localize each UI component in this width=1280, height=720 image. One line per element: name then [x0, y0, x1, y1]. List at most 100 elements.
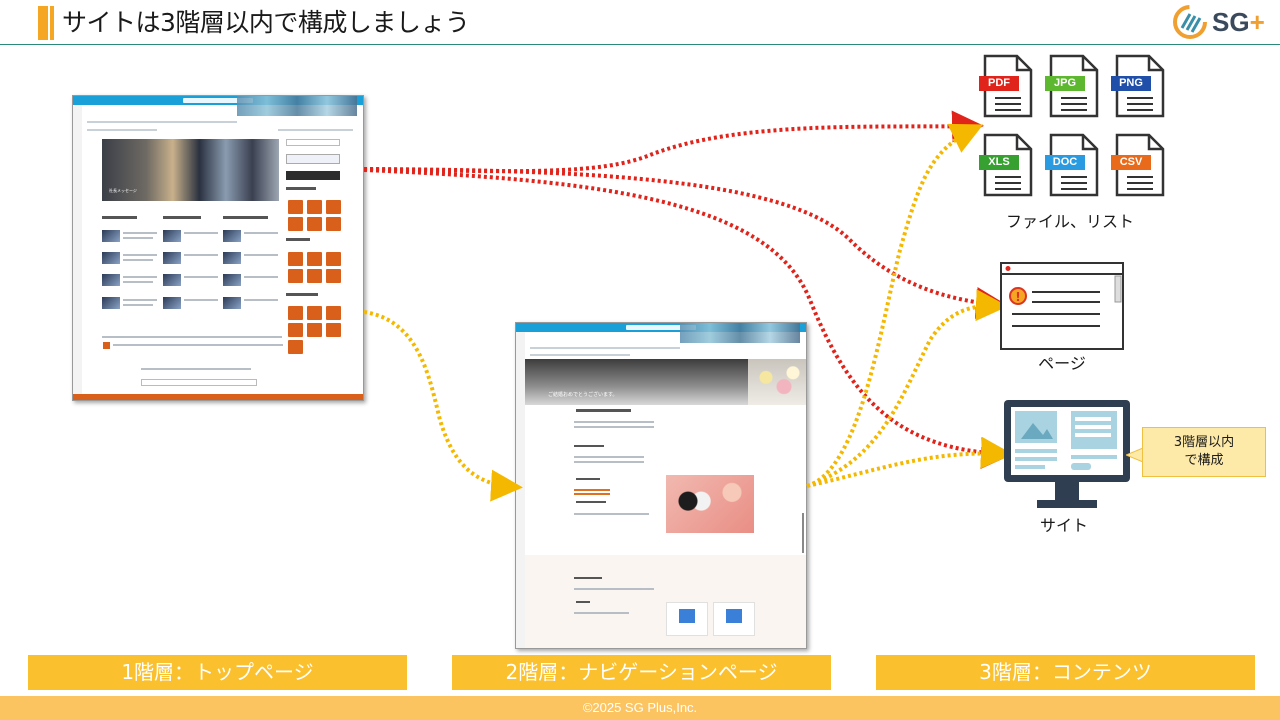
section-heading	[286, 293, 318, 296]
app-tile	[307, 306, 322, 320]
body-text	[574, 426, 654, 428]
news-text	[184, 299, 218, 301]
hero-caption: 社長メッセージ	[109, 188, 137, 193]
files-caption: ファイル、リスト	[1005, 212, 1134, 231]
wedding-photo	[666, 475, 754, 533]
news-text	[184, 276, 218, 278]
news-thumbnail	[223, 230, 241, 242]
news-thumbnail	[163, 252, 181, 264]
link-card	[666, 602, 708, 636]
nav-submenu	[530, 354, 630, 356]
section-heading	[163, 216, 201, 219]
body-link	[574, 493, 610, 495]
footer-copyright: ©2025 SG Plus,Inc.	[0, 696, 1280, 720]
news-thumbnail	[163, 274, 181, 286]
app-tile	[307, 269, 322, 283]
app-tile	[307, 200, 322, 214]
title-accent-bar-thin	[50, 6, 54, 40]
news-text	[184, 254, 218, 256]
app-tile	[326, 200, 341, 214]
news-thumbnail	[102, 252, 120, 264]
news-thumbnail	[102, 274, 120, 286]
file-icon-jpg: JPG	[1045, 54, 1099, 118]
page-hero-image	[525, 359, 806, 405]
title-divider	[0, 44, 1280, 45]
body-heading	[574, 445, 604, 447]
portal-footer	[73, 394, 363, 400]
card-illustration	[726, 609, 742, 623]
news-thumbnail	[223, 252, 241, 264]
callout-box: 3階層以内 で構成	[1142, 427, 1266, 477]
file-icon-doc: DOC	[1045, 133, 1099, 197]
header-banner-image	[237, 96, 357, 116]
nav-menu	[87, 121, 237, 123]
body-heading	[576, 409, 631, 412]
news-text	[123, 281, 153, 283]
news-text	[123, 304, 153, 306]
body-link	[574, 489, 610, 491]
nav-menu	[530, 347, 680, 349]
body-text	[574, 513, 649, 515]
file-icon-xls: XLS	[979, 133, 1033, 197]
app-tile	[288, 323, 303, 337]
app-tile	[288, 217, 303, 231]
link-icon	[103, 342, 110, 349]
quick-link	[286, 139, 340, 146]
file-type-label: PNG	[1111, 76, 1151, 91]
page-hero-caption: ご結婚おめでとうございます。	[548, 392, 618, 398]
app-tile	[307, 217, 322, 231]
file-type-label: JPG	[1045, 76, 1085, 91]
news-text	[244, 299, 278, 301]
level-2-label: 2階層：ナビゲーションページ	[452, 655, 831, 690]
app-tile	[288, 252, 303, 266]
news-thumbnail	[102, 297, 120, 309]
app-tile	[307, 252, 322, 266]
news-text	[123, 299, 157, 301]
title-accent-bar	[38, 6, 48, 40]
app-tile	[326, 323, 341, 337]
news-thumbnail	[223, 297, 241, 309]
header-banner-image	[680, 323, 800, 343]
svg-text:!: !	[1015, 290, 1020, 304]
file-icon-csv: CSV	[1111, 133, 1165, 197]
card-illustration	[679, 609, 695, 623]
flower-bouquet-image	[748, 359, 806, 405]
body-heading	[576, 501, 606, 503]
app-tile	[307, 323, 322, 337]
body-text	[574, 461, 644, 463]
news-text	[244, 254, 278, 256]
app-tile	[326, 217, 341, 231]
side-rail	[73, 105, 82, 400]
news-text	[184, 232, 218, 234]
app-tile	[326, 306, 341, 320]
page-title: サイトは3階層以内で構成しましょう	[62, 8, 470, 37]
news-thumbnail	[163, 230, 181, 242]
news-text	[123, 232, 157, 234]
news-thumbnail	[102, 230, 120, 242]
news-text	[123, 237, 153, 239]
app-tile	[288, 306, 303, 320]
nav-actions	[278, 129, 353, 131]
arrow-top-to-nav	[363, 310, 523, 502]
comment-input	[141, 379, 257, 386]
app-tile	[288, 269, 303, 283]
section-heading	[223, 216, 268, 219]
body-text	[574, 421, 654, 423]
app-tile	[288, 340, 303, 354]
news-thumbnail	[163, 297, 181, 309]
body-text	[574, 456, 644, 458]
navigation-page-screenshot: ご結婚おめでとうございます。	[515, 322, 807, 649]
arrow-nav-to-site	[806, 436, 1013, 488]
nav-submenu	[87, 129, 157, 131]
comment-area	[141, 368, 251, 370]
body-heading	[576, 478, 600, 480]
section-heading	[102, 216, 137, 219]
level-1-label: 1階層：トップページ	[28, 655, 407, 690]
app-tile	[326, 252, 341, 266]
news-thumbnail	[223, 274, 241, 286]
quick-link	[286, 171, 340, 180]
arrow-top-to-files	[363, 110, 984, 174]
body-text	[574, 612, 629, 614]
news-text	[244, 276, 278, 278]
web-page-icon: !	[1000, 262, 1124, 350]
